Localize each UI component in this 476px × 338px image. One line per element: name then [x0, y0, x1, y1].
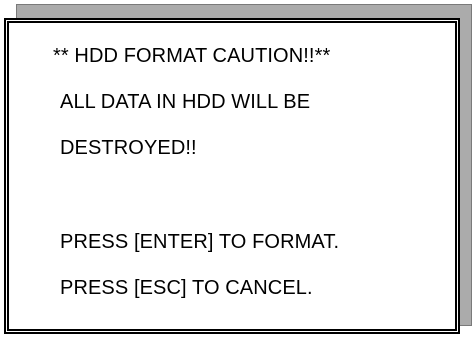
format-instruction: PRESS [ENTER] TO FORMAT. [60, 231, 340, 253]
cancel-instruction: PRESS [ESC] TO CANCEL. [60, 277, 313, 299]
screen: ** HDD FORMAT CAUTION!!** ALL DATA IN HD… [0, 0, 476, 338]
dialog-title: ** HDD FORMAT CAUTION!!** [53, 45, 331, 67]
hdd-format-caution-dialog: ** HDD FORMAT CAUTION!!** ALL DATA IN HD… [4, 18, 460, 334]
warning-text-line-2: DESTROYED!! [60, 137, 197, 159]
warning-text-line-1: ALL DATA IN HDD WILL BE [60, 91, 311, 113]
